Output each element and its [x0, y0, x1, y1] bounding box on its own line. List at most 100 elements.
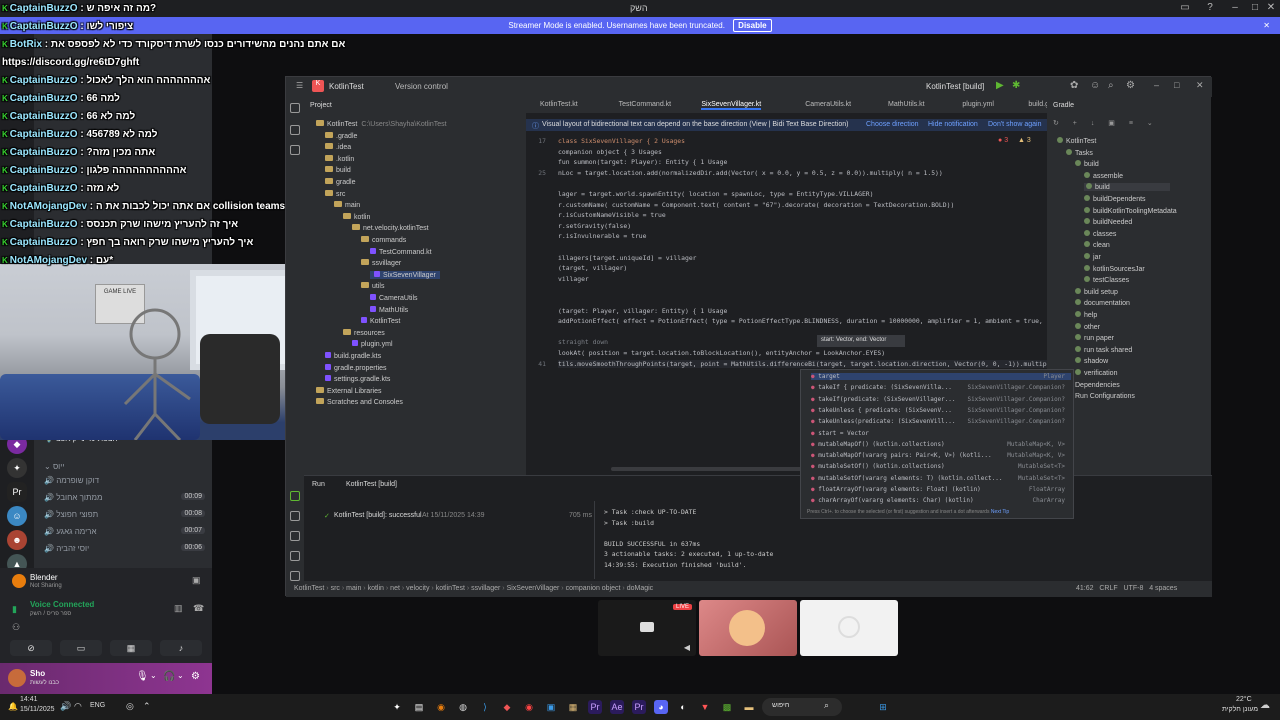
project-tree-item[interactable]: Scratches and Consoles	[316, 398, 403, 406]
code-line[interactable]: tils.moveSmoothThroughPoints(target, poi…	[558, 359, 1070, 368]
minimize-icon[interactable]: –	[1228, 2, 1242, 14]
project-tree-item[interactable]: MathUtils	[370, 305, 408, 314]
editor-tab[interactable]: KotlinTest.kt	[540, 101, 578, 108]
chat-username[interactable]: CaptainBuzzO	[10, 111, 78, 122]
gradle-tree-item[interactable]: help	[1075, 311, 1097, 319]
vcs-menu[interactable]: Version control	[395, 82, 448, 91]
project-tree-item[interactable]: KotlinTest	[361, 317, 400, 325]
breadcrumb-item[interactable]: main	[346, 585, 361, 592]
code-line[interactable]: (target: Player, villager: Entity) { 1 U…	[558, 307, 727, 315]
code-line[interactable]: r.setGravity(false)	[558, 222, 631, 230]
premiere-icon[interactable]: Pr	[632, 700, 646, 714]
project-tree-item[interactable]: TestCommand.kt	[370, 247, 432, 256]
chat-username[interactable]: CaptainBuzzO	[10, 165, 78, 176]
gradle-tree-item[interactable]: other	[1075, 322, 1100, 331]
project-tree-item[interactable]: SixSevenVillager	[370, 270, 440, 279]
chat-username[interactable]: CaptainBuzzO	[10, 21, 78, 32]
project-tree-item[interactable]: build.gradle.kts	[325, 352, 381, 360]
run-tab[interactable]: Run	[312, 481, 325, 488]
inbox-icon[interactable]: ▭	[1178, 2, 1192, 14]
run-tool-icon[interactable]	[290, 491, 300, 501]
completion-item[interactable]: ● mutableSetOf() (kotlin.collections) Mut…	[811, 463, 1071, 470]
tray-icon[interactable]: ◎	[126, 701, 134, 712]
weather-temp[interactable]: 22°C	[1236, 696, 1252, 703]
completion-item[interactable]: ● mutableMapOf() (kotlin.collections) Mut…	[811, 441, 1071, 448]
noise-icon[interactable]: ▥	[174, 603, 183, 614]
ide-maximize-icon[interactable]: □	[1174, 80, 1179, 90]
mic-icon[interactable]: 🎙	[136, 671, 149, 682]
file-explorer-icon[interactable]: ▬	[742, 700, 756, 714]
chat-username[interactable]: CaptainBuzzO	[10, 3, 78, 14]
gradle-tree-item[interactable]: KotlinTest	[1057, 137, 1096, 145]
server-icon[interactable]: ✦	[7, 458, 27, 478]
problems-tool-icon[interactable]	[290, 551, 300, 561]
settings-icon[interactable]: ⚙	[1126, 80, 1135, 91]
gradle-tree-item[interactable]: buildKotlinToolingMetadata	[1084, 206, 1177, 215]
disable-button[interactable]: Disable	[733, 19, 772, 32]
breadcrumb-item[interactable]: KotlinTest	[294, 585, 324, 592]
copilot-icon[interactable]: ✦	[390, 700, 404, 714]
server-icon[interactable]: Pr	[7, 482, 27, 502]
services-tool-icon[interactable]	[290, 511, 300, 521]
project-tree-item[interactable]: kotlin	[343, 212, 370, 221]
project-tree-item[interactable]: .idea	[325, 143, 351, 151]
weather-text[interactable]: מעונן חלקית	[1222, 706, 1258, 713]
code-line[interactable]: lookAt( position = target.location.toBlo…	[558, 349, 885, 357]
voice-channel[interactable]: 🔊 ארימה גאגע 00:07	[44, 527, 209, 536]
encoding[interactable]: UTF-8	[1124, 585, 1144, 592]
obs-icon[interactable]: ◍	[456, 700, 470, 714]
app-icon[interactable]: ▩	[720, 700, 734, 714]
gradle-tree-item[interactable]: build	[1075, 160, 1099, 168]
voice-channel[interactable]: 🔊 דוקן שופרמה	[44, 476, 209, 485]
project-tree-item[interactable]: CameraUtils	[370, 294, 418, 302]
breadcrumb-item[interactable]: ssvillager	[471, 585, 500, 592]
voice-channel[interactable]: 🔊 תפוצי חפוצל 00:08	[44, 510, 209, 519]
volume-icon[interactable]: 🔊	[60, 701, 71, 712]
indent[interactable]: 4 spaces	[1149, 585, 1177, 592]
next-tip-link[interactable]: Next Tip	[991, 509, 1009, 515]
voice-channel[interactable]: 🔊 ממתוך אחובל 00:09	[44, 493, 209, 502]
commit-tool-icon[interactable]	[290, 125, 300, 135]
code-line[interactable]: fun summon(target: Player): Entity { 1 U…	[558, 158, 727, 166]
wifi-icon[interactable]: ◠	[74, 701, 82, 712]
code-line[interactable]: lager = target.world.spawnEntity( locati…	[558, 190, 874, 198]
stream-tile[interactable]: LIVE ◀	[598, 600, 696, 656]
krisp-icon[interactable]: ⚇	[12, 622, 20, 633]
run-config[interactable]: KotlinTest [build]	[926, 82, 984, 91]
gradle-tree-item[interactable]: classes	[1084, 229, 1116, 238]
project-tree-item[interactable]: gradle.properties	[325, 363, 387, 372]
voice-channel[interactable]: 🔊 יוסי זהביה 00:06	[44, 544, 209, 553]
start-icon[interactable]: ⊞	[876, 700, 890, 714]
app-icon[interactable]: ▣	[544, 700, 558, 714]
project-tree-item[interactable]: resources	[343, 328, 385, 337]
code-line[interactable]: illagers[target.uniqueId] = villager	[558, 254, 697, 262]
help-icon[interactable]: ?	[1203, 2, 1217, 14]
ai-icon[interactable]: ✿	[1070, 80, 1078, 91]
code-line[interactable]: (target, villager)	[558, 264, 627, 272]
gradle-tree-item[interactable]: documentation	[1075, 299, 1130, 307]
app-icon[interactable]: ▤	[412, 700, 426, 714]
gradle-tree-item[interactable]: Tasks	[1066, 148, 1093, 157]
close-icon[interactable]: ✕	[1264, 2, 1278, 14]
project-tree-item[interactable]: External Libraries	[316, 386, 381, 395]
project-tree-item[interactable]: ssvillager	[361, 259, 401, 267]
soundboard-button[interactable]: ♪	[160, 640, 202, 656]
editor-tab[interactable]: TestCommand.kt	[619, 101, 672, 108]
steam-icon[interactable]: ◐	[676, 700, 690, 714]
channel-category[interactable]: ⌄ ייוס	[44, 462, 209, 471]
chat-username[interactable]: CaptainBuzzO	[10, 219, 78, 230]
gradle-tree-item[interactable]: Run Configurations	[1066, 392, 1135, 400]
completion-item[interactable]: ● takeIf(predicate: (SixSevenVillager...…	[811, 396, 1071, 403]
gradle-tree-item[interactable]: jar	[1084, 253, 1101, 261]
project-tree-item[interactable]: main	[334, 201, 360, 209]
editor-tab[interactable]: MathUtils.kt	[888, 101, 925, 108]
activities-button[interactable]: ▦	[110, 640, 152, 656]
gradle-tree-item[interactable]: Dependencies	[1066, 380, 1120, 389]
chevron-down-icon[interactable]: ⌄	[177, 671, 184, 680]
completion-item[interactable]: ● takeUnless { predicate: (SixSevenV... S…	[811, 407, 1071, 414]
structure-tool-icon[interactable]	[290, 145, 300, 155]
notification-icon[interactable]: 🔔	[8, 702, 18, 711]
project-tree-item[interactable]: commands	[361, 236, 406, 244]
project-tree-item[interactable]: .gradle	[325, 131, 357, 140]
gradle-tree-item[interactable]: build	[1084, 183, 1170, 192]
